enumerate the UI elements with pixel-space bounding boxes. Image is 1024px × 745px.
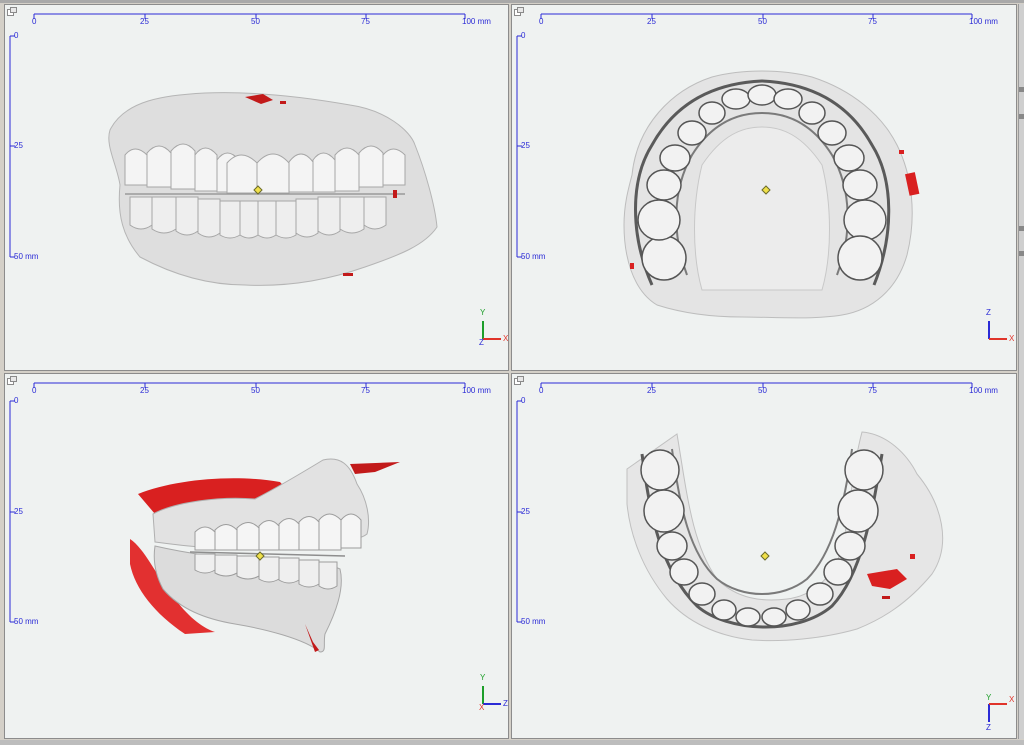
viewport-bottom[interactable]: 0 25 50 75 100 mm 0 25 50 mm Z X Y: [511, 373, 1017, 739]
scroll-tick: [1019, 87, 1024, 92]
axis-z-label: Z: [503, 699, 508, 708]
scroll-tick: [1019, 226, 1024, 231]
viewport-front[interactable]: 0 25 50 75 100 mm 0 25 50 mm Y X Z: [4, 4, 509, 371]
axis-x-label: X: [503, 334, 509, 343]
axis-z-label: Z: [986, 308, 991, 317]
axis-gizmo: [988, 703, 1007, 722]
axis-x-label: X: [1009, 334, 1015, 343]
axis-z-label: Z: [479, 338, 484, 347]
axis-z-label: Z: [986, 723, 991, 732]
axis-gizmo: [988, 321, 1007, 340]
status-strip: [0, 740, 1024, 745]
scroll-tick: [1019, 114, 1024, 119]
scroll-tick: [1019, 251, 1024, 256]
axis-gizmo: [482, 321, 501, 340]
axis-y-label: Y: [480, 673, 486, 682]
axis-y-label: Y: [480, 308, 486, 317]
right-scrollbar[interactable]: [1018, 4, 1024, 739]
axis-y-label: Y: [986, 693, 992, 702]
viewport-side[interactable]: 0 25 50 75 100 mm 0 25 50 mm Y Z X: [4, 373, 509, 739]
title-strip: [0, 0, 1024, 3]
axis-x-label: X: [1009, 695, 1015, 704]
axis-x-label: X: [479, 703, 485, 712]
axis-gizmo: [482, 686, 501, 705]
app-window: 0 25 50 75 100 mm 0 25 50 mm Y X Z 0 25 …: [0, 0, 1024, 745]
viewport-top[interactable]: 0 25 50 75 100 mm 0 25 50 mm Z X: [511, 4, 1017, 371]
